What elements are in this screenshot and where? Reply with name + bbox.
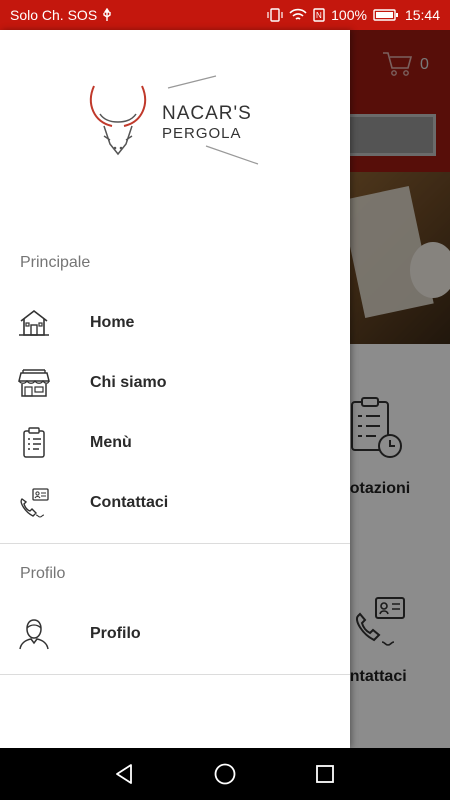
menu-item-label: Contattaci [90, 494, 169, 511]
status-bar: Solo Ch. SOS N 100% 15:44 [0, 0, 450, 30]
menu-item-label: Home [90, 314, 135, 331]
phone-contact-icon [18, 487, 50, 519]
section-title-principale: Principale [20, 254, 91, 271]
menu-item-chi-siamo[interactable]: Chi siamo [0, 353, 350, 413]
logo-line-2: PERGOLA [162, 125, 242, 142]
user-profile-icon [18, 618, 50, 650]
home-icon[interactable] [213, 762, 237, 786]
battery-percent: 100% [331, 7, 367, 23]
wifi-icon [289, 8, 307, 22]
nfc-icon: N [313, 8, 325, 22]
menu-item-label: Chi siamo [90, 374, 167, 391]
logo-line-1: NACAR'S [162, 103, 252, 124]
recents-icon[interactable] [313, 762, 337, 786]
shop-icon [18, 367, 50, 399]
menu-item-menu[interactable]: Menù [0, 413, 350, 473]
menu-item-label: Profilo [90, 625, 141, 642]
menu-item-contattaci[interactable]: Contattaci [0, 473, 350, 533]
back-icon[interactable] [112, 762, 136, 786]
usb-icon [101, 8, 113, 22]
vibrate-icon [267, 8, 283, 22]
svg-text:N: N [316, 11, 322, 20]
clock-text: 15:44 [404, 7, 440, 23]
house-icon [18, 307, 50, 339]
section-divider [0, 674, 350, 675]
section-title-profilo: Profilo [20, 565, 66, 582]
menu-item-home[interactable]: Home [0, 293, 350, 353]
system-navigation-bar [0, 748, 450, 800]
carrier-text: Solo Ch. SOS [10, 7, 98, 23]
menu-item-label: Menù [90, 434, 132, 451]
clipboard-menu-icon [18, 427, 50, 459]
restaurant-logo: NACAR'S PERGOLA [86, 74, 266, 175]
navigation-drawer: NACAR'S PERGOLA Principale Home Chi siam… [0, 30, 350, 748]
section-divider [0, 543, 350, 544]
menu-item-profilo[interactable]: Profilo [0, 604, 350, 664]
battery-icon [373, 8, 399, 22]
